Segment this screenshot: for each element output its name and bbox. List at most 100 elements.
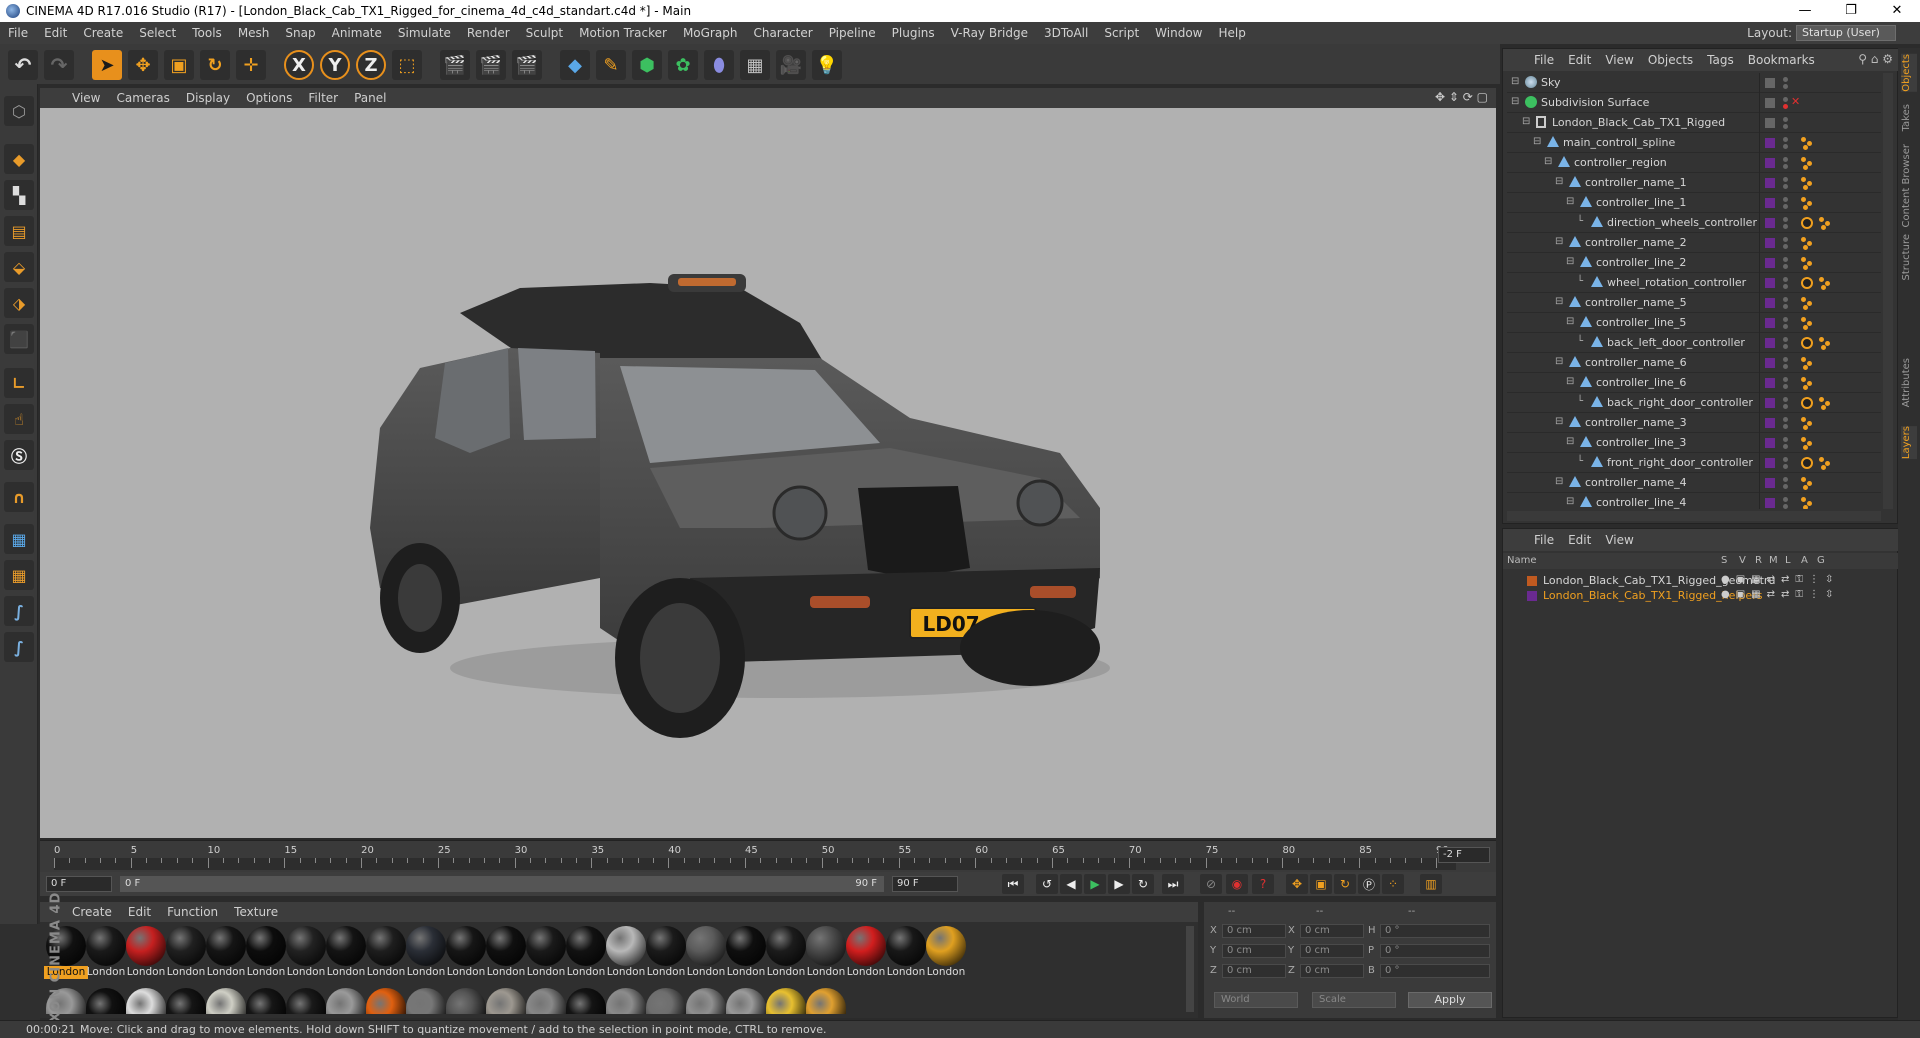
next-frame-icon[interactable]: ▶ <box>1108 874 1130 894</box>
spline-tag-icon[interactable] <box>1819 337 1831 350</box>
expand-toggle-icon[interactable]: └ <box>1577 456 1583 467</box>
scale-mode-select[interactable]: Scale <box>1312 992 1396 1008</box>
expand-toggle-icon[interactable]: ⊟ <box>1566 316 1574 327</box>
recent-tool-icon[interactable]: ✛ <box>236 50 266 80</box>
layer-column-l[interactable]: L <box>1785 555 1791 566</box>
expand-toggle-icon[interactable]: ⊟ <box>1555 236 1563 247</box>
material-swatch[interactable]: London <box>404 924 448 980</box>
render-visibility-dot[interactable] <box>1783 104 1788 109</box>
viewport-menu-panel[interactable]: Panel <box>346 91 394 105</box>
record-keys-icon[interactable]: ⊘ <box>1200 874 1222 894</box>
render-visibility-dot[interactable] <box>1783 264 1788 269</box>
spline-tag-icon[interactable] <box>1819 397 1831 410</box>
spline-tag-icon[interactable] <box>1819 217 1831 230</box>
go-to-end-icon[interactable]: ⏭ <box>1162 874 1184 894</box>
expand-toggle-icon[interactable]: ⊟ <box>1555 416 1563 427</box>
maximize-button[interactable]: ❐ <box>1828 0 1874 22</box>
object-tree-row[interactable]: └ front_right_door_controller <box>1507 453 1881 473</box>
points-mode-icon[interactable]: ⬙ <box>4 252 34 282</box>
editor-visibility-dot[interactable] <box>1783 197 1788 202</box>
layer-column-r[interactable]: R <box>1755 555 1762 566</box>
layer-color-swatch[interactable] <box>1765 378 1775 388</box>
protection-tag-icon[interactable] <box>1801 217 1813 229</box>
lock-workplane-icon[interactable]: ▦ <box>4 524 34 554</box>
menu-file[interactable]: File <box>0 26 36 40</box>
layer-toggle-icons[interactable]: ●▣▦⇄⇄⚿⋮⇳ <box>1721 574 1839 585</box>
object-manager-search-icon[interactable]: ⚲ ⌂ ⚙ <box>1858 52 1893 66</box>
side-tab-layers[interactable]: Layers <box>1901 426 1917 460</box>
menu-select[interactable]: Select <box>131 26 184 40</box>
tweak-mode-icon[interactable]: ☝ <box>4 404 34 434</box>
layer-menu-edit[interactable]: Edit <box>1561 533 1598 547</box>
timeline-track[interactable] <box>54 858 1456 870</box>
spline-tag-icon[interactable] <box>1801 497 1813 509</box>
start-frame-field[interactable]: 0 F <box>46 876 112 892</box>
coord-value-field[interactable]: 0 cm <box>1222 964 1286 978</box>
editor-visibility-dot[interactable] <box>1783 237 1788 242</box>
polygons-mode-icon[interactable]: ⬛ <box>4 324 34 354</box>
material-swatch[interactable]: London <box>524 924 568 980</box>
material-scrollbar[interactable] <box>1186 926 1194 1012</box>
expand-toggle-icon[interactable]: ⊟ <box>1555 476 1563 487</box>
cube-object-icon[interactable]: ◆ <box>560 50 590 80</box>
layer-menu-view[interactable]: View <box>1598 533 1640 547</box>
y-axis-toggle[interactable]: Y <box>320 50 350 80</box>
viewport-menu-options[interactable]: Options <box>238 91 300 105</box>
expand-toggle-icon[interactable]: ⊟ <box>1566 196 1574 207</box>
render-visibility-dot[interactable] <box>1783 164 1788 169</box>
render-visibility-dot[interactable] <box>1783 404 1788 409</box>
editor-visibility-dot[interactable] <box>1783 97 1788 102</box>
layer-color-swatch[interactable] <box>1765 358 1775 368</box>
editor-visibility-dot[interactable] <box>1783 397 1788 402</box>
material-swatch[interactable]: London <box>484 924 528 980</box>
material-swatch[interactable] <box>406 988 446 1014</box>
texture-mode-icon[interactable]: ▚ <box>4 180 34 210</box>
go-to-start-icon[interactable]: ⏮ <box>1002 874 1024 894</box>
object-tree-scrollbar[interactable] <box>1883 73 1893 509</box>
layer-color-swatch[interactable] <box>1765 278 1775 288</box>
editor-visibility-dot[interactable] <box>1783 117 1788 122</box>
editor-visibility-dot[interactable] <box>1783 477 1788 482</box>
frame-range-slider[interactable]: 0 F 90 F <box>120 876 884 892</box>
layer-color-swatch[interactable] <box>1765 318 1775 328</box>
side-tab-content-browser[interactable]: Content Browser <box>1901 144 1917 227</box>
spline-tag-icon[interactable] <box>1801 417 1813 430</box>
expand-toggle-icon[interactable]: ⊟ <box>1566 376 1574 387</box>
pen-spline-icon[interactable]: ✎ <box>596 50 626 80</box>
viewport-menu-filter[interactable]: Filter <box>300 91 346 105</box>
close-button[interactable]: ✕ <box>1874 0 1920 22</box>
timeline-window-icon[interactable]: ▥ <box>1420 874 1442 894</box>
material-swatch[interactable] <box>486 988 526 1014</box>
material-swatch[interactable]: London <box>684 924 728 980</box>
menu-snap[interactable]: Snap <box>277 26 323 40</box>
render-visibility-dot[interactable] <box>1783 184 1788 189</box>
coordinate-space-select[interactable]: World <box>1214 992 1298 1008</box>
material-swatch[interactable]: London <box>564 924 608 980</box>
redo-icon[interactable]: ↷ <box>44 50 74 80</box>
material-swatch[interactable] <box>526 988 566 1014</box>
menu-help[interactable]: Help <box>1210 26 1253 40</box>
spline-tag-icon[interactable] <box>1801 157 1813 170</box>
material-swatch[interactable]: London <box>844 924 888 980</box>
spline-tag-icon[interactable] <box>1801 177 1813 190</box>
layer-column-v[interactable]: V <box>1739 555 1746 566</box>
material-swatch[interactable]: London <box>924 924 968 980</box>
side-tab-structure[interactable]: Structure <box>1901 234 1917 281</box>
render-visibility-dot[interactable] <box>1783 324 1788 329</box>
python-script-icon[interactable]: ∫ <box>4 596 34 626</box>
side-tab-objects[interactable]: Objects <box>1901 54 1917 92</box>
editor-visibility-dot[interactable] <box>1783 437 1788 442</box>
layer-color-swatch[interactable] <box>1765 238 1775 248</box>
layer-menu-file[interactable]: File <box>1527 533 1561 547</box>
editor-visibility-dot[interactable] <box>1783 257 1788 262</box>
editor-visibility-dot[interactable] <box>1783 297 1788 302</box>
apply-button[interactable]: Apply <box>1408 992 1492 1008</box>
material-swatch[interactable]: London <box>444 924 488 980</box>
object-tree-row[interactable]: ⊟ Subdivision Surface ✕ <box>1507 93 1881 113</box>
expand-toggle-icon[interactable]: ⊟ <box>1511 76 1519 87</box>
expand-toggle-icon[interactable]: └ <box>1577 276 1583 287</box>
object-tree-row[interactable]: ⊟ controller_line_6 <box>1507 373 1881 393</box>
layer-column-g[interactable]: G <box>1817 555 1825 566</box>
material-swatch[interactable]: London <box>884 924 928 980</box>
object-tree-row[interactable]: ⊟ controller_line_4 <box>1507 493 1881 509</box>
